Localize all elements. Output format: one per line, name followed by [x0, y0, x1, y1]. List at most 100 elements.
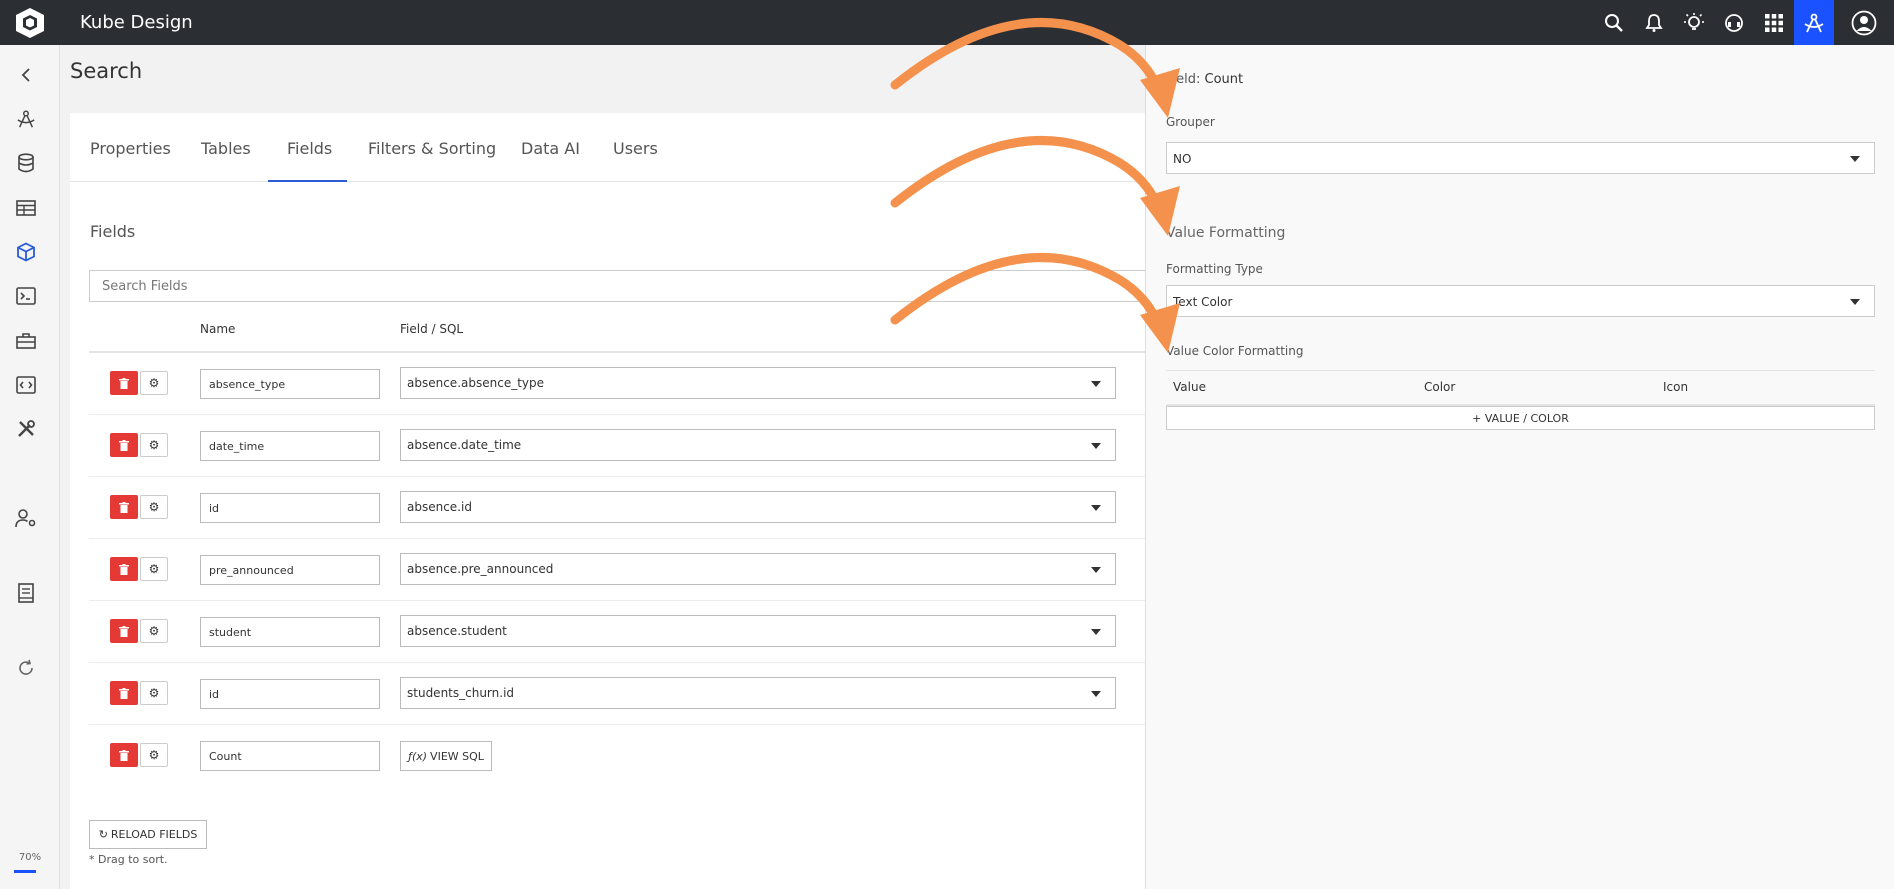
reload-fields-button[interactable]: ↻ RELOAD FIELDS [89, 820, 207, 849]
delete-button[interactable] [110, 743, 138, 767]
delete-button[interactable] [110, 681, 138, 705]
settings-button[interactable]: ⚙ [140, 681, 168, 705]
delete-button[interactable] [110, 495, 138, 519]
app-title: Kube Design [80, 12, 193, 33]
tab-tables[interactable]: Tables [201, 113, 251, 182]
gear-icon: ⚙ [148, 500, 160, 514]
column-header-color: Color [1424, 380, 1456, 394]
tab-users[interactable]: Users [613, 113, 658, 182]
field-select-value: absence.id [407, 500, 472, 514]
table-row[interactable]: ⚙ absence_type absence.absence_type [89, 353, 1189, 415]
delete-button[interactable] [110, 619, 138, 643]
tab-data-ai[interactable]: Data AI [521, 113, 580, 182]
sidebar: 70% [0, 45, 60, 889]
table-row[interactable]: ⚙ date_time absence.date_time [89, 415, 1189, 477]
field-name-input[interactable]: id [200, 493, 380, 523]
field-select[interactable]: absence.date_time [400, 429, 1116, 461]
field-select[interactable]: absence.absence_type [400, 367, 1116, 399]
logo-cube-icon[interactable] [0, 0, 60, 45]
field-name-input[interactable]: Count [200, 741, 380, 771]
table-row[interactable]: ⚙ pre_announced absence.pre_announced [89, 539, 1189, 601]
settings-button[interactable]: ⚙ [140, 371, 168, 395]
page-title: Search [70, 59, 143, 83]
back-arrow-icon[interactable] [13, 62, 39, 88]
settings-button[interactable]: ⚙ [140, 433, 168, 457]
user-settings-icon[interactable] [13, 505, 39, 531]
table-icon[interactable] [13, 195, 39, 221]
field-select-value: absence.student [407, 624, 507, 638]
user-avatar-icon[interactable] [1834, 0, 1894, 45]
delete-button[interactable] [110, 557, 138, 581]
settings-button[interactable]: ⚙ [140, 619, 168, 643]
chevron-down-icon [1091, 629, 1101, 635]
gear-icon: ⚙ [148, 686, 160, 700]
bell-icon[interactable] [1634, 0, 1674, 45]
zoom-level: 70% [18, 852, 42, 863]
chevron-down-icon [1850, 156, 1860, 162]
gear-icon: ⚙ [148, 624, 160, 638]
lightbulb-icon[interactable] [1674, 0, 1714, 45]
formatting-type-label: Formatting Type [1166, 262, 1263, 276]
tools-icon[interactable] [13, 416, 39, 442]
headset-icon[interactable] [1714, 0, 1754, 45]
trash-icon [119, 625, 129, 637]
tab-fields[interactable]: Fields [268, 113, 347, 182]
apps-grid-icon[interactable] [1754, 0, 1794, 45]
chevron-down-icon [1091, 443, 1101, 449]
delete-button[interactable] [110, 433, 138, 457]
delete-button[interactable] [110, 371, 138, 395]
field-name-input[interactable]: student [200, 617, 380, 647]
function-icon: ƒ(x) [408, 749, 428, 763]
view-sql-label: VIEW SQL [430, 749, 484, 763]
designer-compass-icon[interactable] [1794, 0, 1834, 45]
field-name-input[interactable]: date_time [200, 431, 380, 461]
settings-button[interactable]: ⚙ [140, 495, 168, 519]
chevron-down-icon [1091, 381, 1101, 387]
column-header-value: Value [1173, 380, 1206, 394]
field-select[interactable]: students_churn.id [400, 677, 1116, 709]
search-icon[interactable] [1594, 0, 1634, 45]
database-icon[interactable] [13, 150, 39, 176]
field-select[interactable]: absence.id [400, 491, 1116, 523]
field-select-value: absence.pre_announced [407, 562, 554, 576]
gear-icon: ⚙ [148, 562, 160, 576]
field-title: Field: Count [1166, 72, 1243, 87]
grouper-select[interactable]: NO [1166, 142, 1875, 174]
table-row[interactable]: ⚙ Count ƒ(x) VIEW SQL [89, 725, 1189, 787]
designer-compass-icon[interactable] [13, 106, 39, 132]
field-title-name: Count [1204, 72, 1244, 87]
grouper-value: NO [1173, 152, 1192, 166]
refresh-icon: ↻ [98, 828, 108, 841]
terminal-icon[interactable] [13, 283, 39, 309]
code-icon[interactable] [13, 372, 39, 398]
value-color-formatting-title: Value Color Formatting [1166, 344, 1304, 358]
settings-button[interactable]: ⚙ [140, 557, 168, 581]
table-row[interactable]: ⚙ student absence.student [89, 601, 1189, 663]
tab-properties[interactable]: Properties [90, 113, 171, 182]
field-name-input[interactable]: absence_type [200, 369, 380, 399]
field-select[interactable]: absence.student [400, 615, 1116, 647]
view-sql-button[interactable]: ƒ(x) VIEW SQL [400, 741, 492, 771]
formatting-type-value: Text Color [1173, 295, 1233, 309]
table-row[interactable]: ⚙ id students_churn.id [89, 663, 1189, 725]
cube-icon[interactable] [13, 239, 39, 265]
toolbox-icon[interactable] [13, 328, 39, 354]
trash-icon [119, 687, 129, 699]
refresh-icon[interactable] [13, 655, 39, 681]
tab-filters-sorting[interactable]: Filters & Sorting [368, 113, 496, 182]
trash-icon [119, 439, 129, 451]
book-icon[interactable] [13, 580, 39, 606]
field-name-input[interactable]: pre_announced [200, 555, 380, 585]
settings-button[interactable]: ⚙ [140, 743, 168, 767]
gear-icon: ⚙ [148, 438, 160, 452]
add-value-color-button[interactable]: + VALUE / COLOR [1166, 406, 1875, 430]
search-fields-input[interactable]: Search Fields [89, 270, 1209, 302]
value-formatting-title: Value Formatting [1166, 225, 1286, 241]
column-header-field-sql: Field / SQL [400, 322, 464, 336]
field-select[interactable]: absence.pre_announced [400, 553, 1116, 585]
table-row[interactable]: ⚙ id absence.id [89, 477, 1189, 539]
field-name-input[interactable]: id [200, 679, 380, 709]
trash-icon [119, 501, 129, 513]
zoom-bar [14, 870, 36, 873]
formatting-type-select[interactable]: Text Color [1166, 285, 1875, 317]
